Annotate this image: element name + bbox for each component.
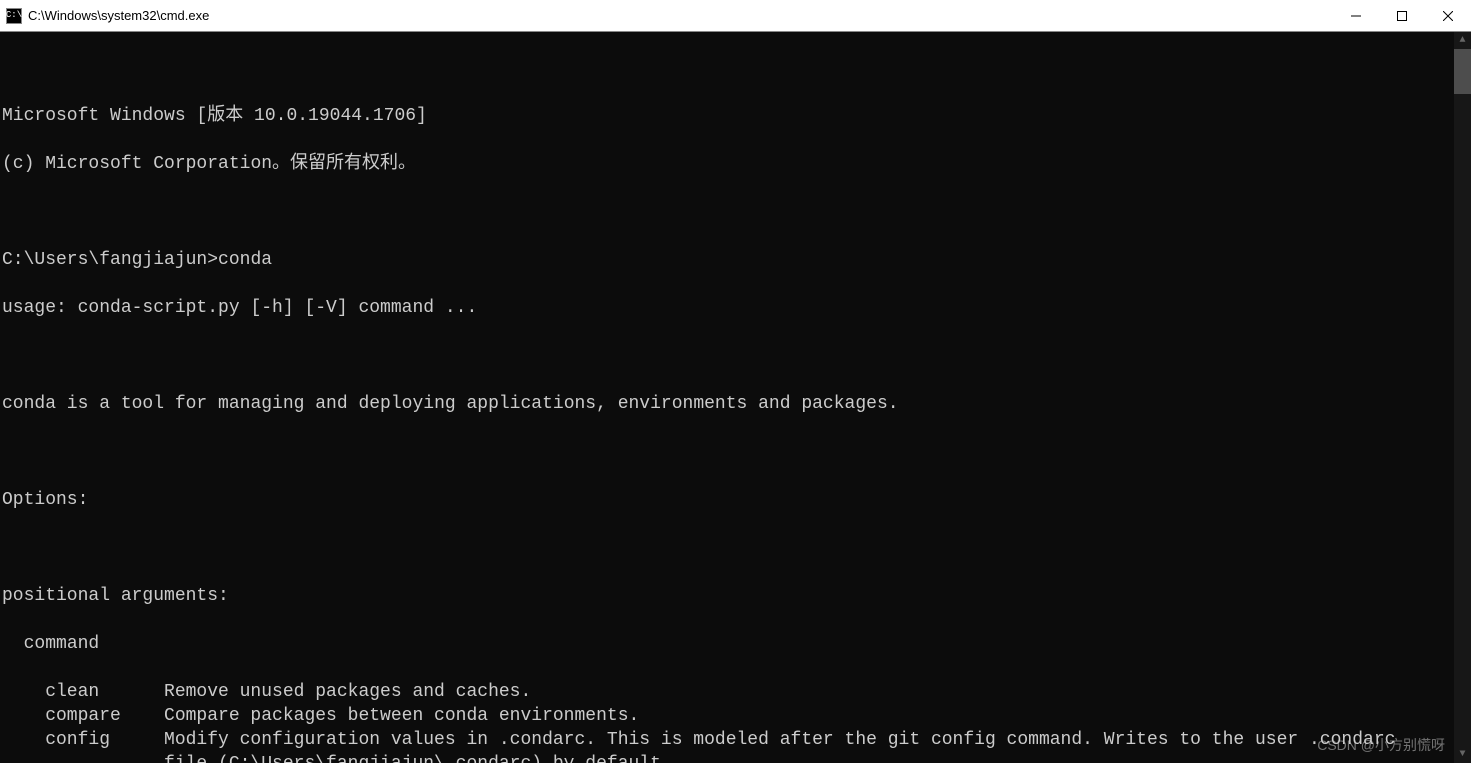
scroll-down-button[interactable]: ▼ — [1454, 746, 1471, 763]
scrollbar-thumb[interactable] — [1454, 49, 1471, 94]
minimize-button[interactable] — [1333, 0, 1379, 31]
terminal-body[interactable]: Microsoft Windows [版本 10.0.19044.1706] (… — [0, 32, 1471, 763]
blank-line — [2, 200, 1453, 224]
prompt-command: conda — [218, 250, 272, 270]
copyright-line: (c) Microsoft Corporation。保留所有权利。 — [2, 152, 1453, 176]
blank-line — [2, 440, 1453, 464]
blank-line — [2, 344, 1453, 368]
prompt-line: C:\Users\fangjiajun>conda — [2, 248, 1453, 272]
prompt-path: C:\Users\fangjiajun> — [2, 250, 218, 270]
scrollbar[interactable]: ▲ ▼ — [1454, 32, 1471, 763]
usage-line: usage: conda-script.py [-h] [-V] command… — [2, 296, 1453, 320]
command-label: command — [2, 632, 1453, 656]
commands-list: cleanRemove unused packages and caches.c… — [2, 680, 1453, 763]
description-line: conda is a tool for managing and deployi… — [2, 392, 1453, 416]
command-name: clean — [2, 680, 164, 704]
title-left: C:\ C:\Windows\system32\cmd.exe — [0, 8, 209, 24]
command-row: cleanRemove unused packages and caches. — [2, 680, 1453, 704]
cmd-icon: C:\ — [6, 8, 22, 24]
command-desc: Remove unused packages and caches. — [164, 680, 1453, 704]
scroll-up-button[interactable]: ▲ — [1454, 32, 1471, 49]
window-title: C:\Windows\system32\cmd.exe — [28, 8, 209, 23]
options-label: Options: — [2, 488, 1453, 512]
title-bar: C:\ C:\Windows\system32\cmd.exe — [0, 0, 1471, 32]
command-desc: Modify configuration values in .condarc.… — [164, 728, 1453, 763]
watermark: CSDN @小方别慌呀 — [1317, 733, 1445, 757]
window-controls — [1333, 0, 1471, 31]
version-line: Microsoft Windows [版本 10.0.19044.1706] — [2, 104, 1453, 128]
positional-label: positional arguments: — [2, 584, 1453, 608]
terminal-content: Microsoft Windows [版本 10.0.19044.1706] (… — [0, 80, 1453, 763]
command-row: configModify configuration values in .co… — [2, 728, 1453, 763]
maximize-button[interactable] — [1379, 0, 1425, 31]
command-row: compareCompare packages between conda en… — [2, 704, 1453, 728]
command-desc: Compare packages between conda environme… — [164, 704, 1453, 728]
command-name: config — [2, 728, 164, 763]
close-button[interactable] — [1425, 0, 1471, 31]
command-name: compare — [2, 704, 164, 728]
blank-line — [2, 536, 1453, 560]
